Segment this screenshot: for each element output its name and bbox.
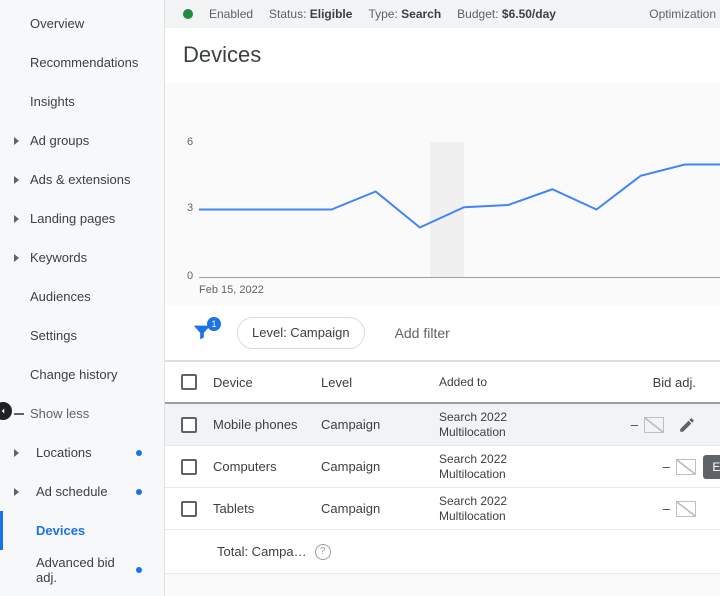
devices-table: Device Level Added to Bid adj. Mobile ph…	[165, 361, 720, 574]
x-axis	[199, 277, 720, 278]
chevron-right-icon	[14, 488, 19, 496]
select-all-checkbox[interactable]	[181, 374, 197, 390]
show-less-button[interactable]: Show less	[0, 394, 164, 433]
row-checkbox[interactable]	[181, 417, 197, 433]
nav-label: Change history	[30, 367, 117, 382]
nav-landing-pages[interactable]: Landing pages	[0, 199, 164, 238]
nav-audiences[interactable]: Audiences	[0, 277, 164, 316]
cell-device: Tablets	[213, 501, 321, 516]
nav-ads-extensions[interactable]: Ads & extensions	[0, 160, 164, 199]
status-enabled: Enabled	[209, 7, 253, 21]
col-bid-adj[interactable]: Bid adj.	[567, 375, 720, 390]
col-added-to[interactable]: Added to	[439, 375, 567, 390]
nav-label: Devices	[36, 523, 85, 538]
nav-settings[interactable]: Settings	[0, 316, 164, 355]
status-type: Type: Search	[368, 7, 441, 21]
chevron-right-icon	[14, 449, 19, 457]
filter-chip-level[interactable]: Level: Campaign	[237, 317, 365, 349]
filter-bar: 1 Level: Campaign Add filter	[165, 305, 720, 361]
nav-change-history[interactable]: Change history	[0, 355, 164, 394]
no-bid-icon	[676, 501, 696, 517]
col-device[interactable]: Device	[213, 375, 321, 390]
cell-device: Mobile phones	[213, 417, 321, 432]
cell-bid-adj[interactable]: – Edit	[567, 459, 720, 475]
no-bid-icon	[676, 459, 696, 475]
nav-label: Advanced bid adj.	[36, 555, 136, 585]
filter-icon[interactable]: 1	[191, 321, 215, 345]
indicator-dot-icon	[136, 489, 142, 495]
nav-label: Audiences	[30, 289, 91, 304]
nav-label: Settings	[30, 328, 77, 343]
cell-device: Computers	[213, 459, 321, 474]
chevron-right-icon	[14, 137, 19, 145]
nav-label: Overview	[30, 16, 84, 31]
nav-devices[interactable]: Devices	[0, 511, 164, 550]
cell-level: Campaign	[321, 501, 439, 516]
indicator-dot-icon	[136, 567, 142, 573]
cell-added-to: Search 2022 Multilocation	[439, 452, 567, 482]
line-chart[interactable]: 6 3 0 Feb 15, 2022	[187, 82, 720, 277]
status-optimization: Optimization	[649, 7, 720, 21]
nav-label: Keywords	[30, 250, 87, 265]
nav-insights[interactable]: Insights	[0, 82, 164, 121]
ytick: 3	[187, 202, 193, 214]
status-bar: Enabled Status: Eligible Type: Search Bu…	[165, 0, 720, 28]
edit-icon[interactable]	[678, 416, 696, 434]
col-level[interactable]: Level	[321, 375, 439, 390]
show-less-label: Show less	[30, 406, 89, 421]
cell-bid-adj[interactable]: –	[567, 501, 720, 517]
row-checkbox[interactable]	[181, 459, 197, 475]
xtick-start: Feb 15, 2022	[199, 284, 264, 296]
sidebar: Overview Recommendations Insights Ad gro…	[0, 0, 165, 596]
table-header: Device Level Added to Bid adj.	[165, 362, 720, 404]
cell-level: Campaign	[321, 417, 439, 432]
chevron-right-icon	[14, 215, 19, 223]
nav-recommendations[interactable]: Recommendations	[0, 43, 164, 82]
table-row[interactable]: Mobile phones Campaign Search 2022 Multi…	[165, 404, 720, 446]
chart-area: 6 3 0 Feb 15, 2022	[165, 82, 720, 277]
nav-label: Ads & extensions	[30, 172, 130, 187]
total-label: Total: Campa…	[217, 544, 307, 559]
chevron-right-icon	[14, 254, 19, 262]
ytick: 0	[187, 270, 193, 282]
table-row[interactable]: Tablets Campaign Search 2022 Multilocati…	[165, 488, 720, 530]
main: Enabled Status: Eligible Type: Search Bu…	[165, 0, 720, 596]
page-title: Devices	[165, 28, 720, 82]
minus-icon	[14, 413, 24, 415]
status-budget: Budget: $6.50/day	[457, 7, 556, 21]
nav-label: Recommendations	[30, 55, 138, 70]
cell-added-to: Search 2022 Multilocation	[439, 494, 567, 524]
nav-label: Locations	[36, 445, 92, 460]
status-dot-icon	[183, 9, 193, 19]
edit-tooltip: Edit	[703, 455, 720, 479]
add-filter-button[interactable]: Add filter	[395, 325, 450, 341]
nav-label: Ad schedule	[36, 484, 108, 499]
nav-label: Ad groups	[30, 133, 89, 148]
cell-bid-adj[interactable]: –	[567, 416, 720, 434]
cell-added-to: Search 2022 Multilocation	[439, 410, 567, 440]
row-checkbox[interactable]	[181, 501, 197, 517]
indicator-dot-icon	[136, 450, 142, 456]
nav-advanced-bid-adj[interactable]: Advanced bid adj.	[0, 550, 164, 589]
cell-level: Campaign	[321, 459, 439, 474]
nav-locations[interactable]: Locations	[0, 433, 164, 472]
nav-ad-schedule[interactable]: Ad schedule	[0, 472, 164, 511]
info-icon[interactable]: ?	[315, 544, 331, 560]
chart-svg	[199, 142, 720, 277]
nav-overview[interactable]: Overview	[0, 4, 164, 43]
nav-keywords[interactable]: Keywords	[0, 238, 164, 277]
table-total-row: Total: Campa… ?	[165, 530, 720, 574]
nav-label: Insights	[30, 94, 75, 109]
no-bid-icon	[644, 417, 664, 433]
filter-count-badge: 1	[207, 317, 221, 331]
table-row[interactable]: Computers Campaign Search 2022 Multiloca…	[165, 446, 720, 488]
nav-label: Landing pages	[30, 211, 115, 226]
chevron-right-icon	[14, 176, 19, 184]
nav-ad-groups[interactable]: Ad groups	[0, 121, 164, 160]
status-status: Status: Eligible	[269, 7, 352, 21]
ytick: 6	[187, 136, 193, 148]
